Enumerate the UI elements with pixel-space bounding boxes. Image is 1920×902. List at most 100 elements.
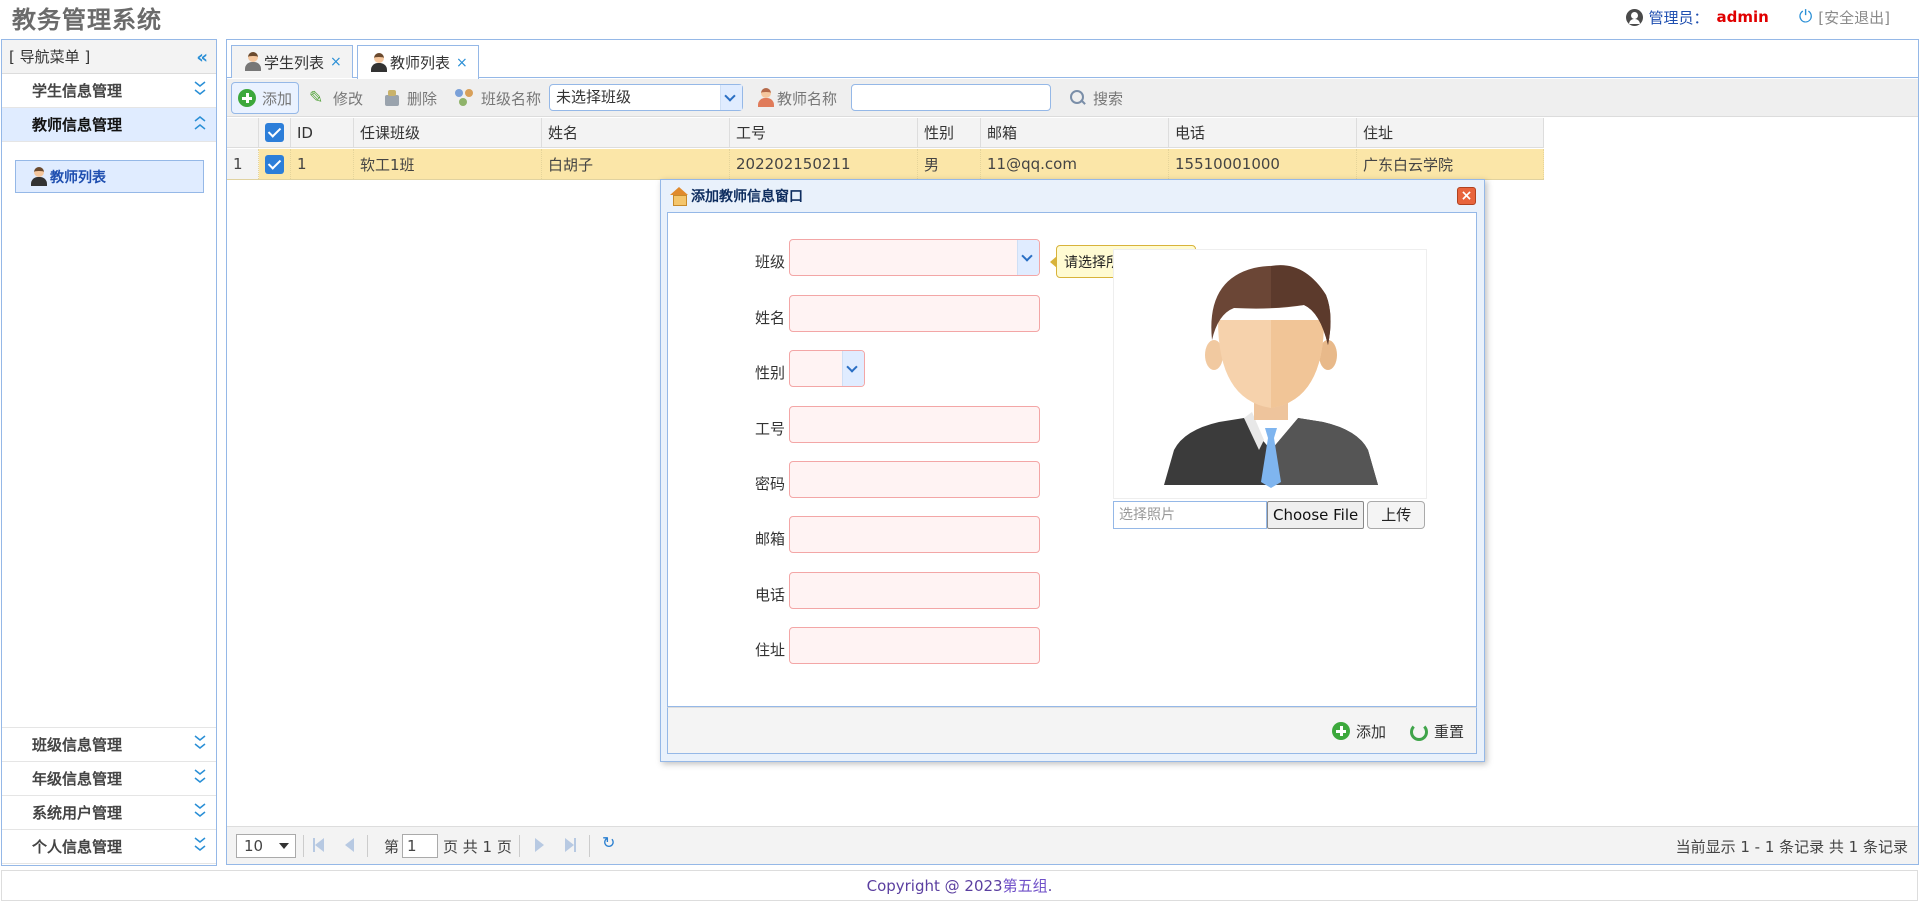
delete-icon	[383, 89, 401, 107]
add-icon	[1332, 722, 1350, 740]
sidebar-item-grade-info[interactable]: 年级信息管理	[2, 762, 216, 796]
gender-combobox[interactable]	[789, 350, 865, 387]
phone-field[interactable]	[789, 572, 1040, 609]
cell-gender: 男	[918, 149, 981, 179]
column-header[interactable]: 姓名	[542, 118, 730, 147]
chevron-down-icon	[1017, 240, 1039, 275]
toolbar: 添加 ✎ 修改 删除 班级名称 未选择班级 教师名称 搜索	[227, 79, 1918, 117]
address-field[interactable]	[789, 627, 1040, 664]
next-page-icon[interactable]	[535, 838, 549, 852]
class-select[interactable]: 未选择班级	[549, 84, 743, 111]
dialog-titlebar[interactable]: 添加教师信息窗口 ×	[661, 180, 1484, 212]
teacher-name-input[interactable]	[851, 84, 1051, 111]
tab-teacher-list[interactable]: 教师列表 ×	[357, 45, 479, 79]
dialog-add-label: 添加	[1356, 722, 1387, 741]
chevron-down-icon	[194, 803, 206, 819]
close-icon[interactable]: ×	[1457, 187, 1476, 205]
chevron-up-icon	[194, 115, 206, 131]
dialog-reset-button[interactable]: 重置	[1408, 718, 1464, 744]
column-header[interactable]: 任课班级	[354, 118, 542, 147]
page-prefix: 第	[384, 838, 400, 856]
pencil-icon: ✎	[309, 88, 324, 108]
upload-row: 选择照片 Choose File 上传	[1113, 501, 1426, 529]
tab-label: 学生列表	[264, 53, 325, 72]
collapse-left-icon[interactable]: «	[196, 47, 208, 68]
prev-page-icon[interactable]	[345, 838, 359, 852]
chevron-down-icon	[194, 769, 206, 785]
cell-class: 软工1班	[354, 149, 542, 179]
choose-file-button[interactable]: Choose File	[1267, 501, 1365, 529]
sidebar-item-label: 教师信息管理	[32, 116, 123, 134]
row-number-header	[227, 118, 259, 147]
gender-field-label: 性别	[754, 364, 785, 382]
admin-label: 管理员：	[1648, 8, 1709, 27]
sidebar-item-label: 班级信息管理	[32, 736, 123, 754]
app-title: 教务管理系统	[12, 6, 162, 34]
email-field[interactable]	[789, 516, 1040, 553]
last-page-icon[interactable]	[565, 838, 579, 852]
staff-no-field[interactable]	[789, 406, 1040, 443]
table-row[interactable]: 1 1 软工1班 白胡子 202202150211 男 11@qq.com 15…	[227, 149, 1544, 180]
pagination-bar: 10 第 1 页 共 1 页 ↻ 当前显示 1 - 1 条记录 共 1 条记录	[227, 826, 1918, 864]
refresh-icon[interactable]: ↻	[602, 835, 616, 851]
row-checkbox[interactable]	[259, 149, 291, 179]
group-icon	[455, 89, 475, 107]
column-header[interactable]: 邮箱	[981, 118, 1169, 147]
checkbox-checked-icon	[265, 123, 284, 142]
sidebar-item-label: 学生信息管理	[32, 82, 123, 100]
header-user-area: 管理员： admin ⏻ [安全退出]	[1625, 6, 1890, 28]
sidebar-item-teacher-list[interactable]: 教师列表	[15, 160, 204, 193]
dialog-add-button[interactable]: 添加	[1332, 718, 1386, 744]
class-name-label: 班级名称	[449, 82, 547, 114]
logout-link[interactable]: [安全退出]	[1818, 7, 1890, 28]
tab-close-icon[interactable]: ×	[330, 54, 342, 70]
power-icon[interactable]: ⏻	[1799, 7, 1812, 27]
cell-phone: 15510001000	[1169, 149, 1357, 179]
dialog-form: 班级 请选择所属班级哟~ 姓名 性别 工号 密码 邮箱 电话 住址	[667, 212, 1477, 707]
name-field-label: 姓名	[754, 309, 785, 327]
select-all-checkbox[interactable]	[259, 118, 291, 147]
photo-path-input[interactable]: 选择照片	[1113, 501, 1267, 529]
cell-email: 11@qq.com	[981, 149, 1169, 179]
delete-button[interactable]: 删除	[377, 82, 443, 114]
tab-label: 教师列表	[390, 54, 451, 72]
column-header[interactable]: 住址	[1357, 118, 1544, 147]
sidebar-item-class-info[interactable]: 班级信息管理	[2, 728, 216, 762]
column-header[interactable]: 工号	[730, 118, 918, 147]
page-size-select[interactable]: 10	[236, 834, 296, 858]
checkbox-checked-icon	[265, 154, 284, 174]
copyright-end: .	[1047, 876, 1053, 895]
phone-field-label: 电话	[754, 586, 785, 604]
page-number-input[interactable]: 1	[402, 834, 438, 858]
sidebar-item-student-info[interactable]: 学生信息管理	[2, 74, 216, 108]
teacher-name-label: 教师名称	[751, 82, 843, 114]
add-button[interactable]: 添加	[231, 82, 300, 114]
chevron-down-icon	[194, 735, 206, 751]
user-icon	[1625, 8, 1643, 26]
edit-button[interactable]: ✎ 修改	[303, 82, 369, 114]
sidebar-item-teacher-info[interactable]: 教师信息管理	[2, 108, 216, 142]
sidebar-item-personal-info[interactable]: 个人信息管理	[2, 830, 216, 864]
tab-bar: 学生列表 × 教师列表 ×	[227, 40, 1918, 79]
upload-button[interactable]: 上传	[1367, 501, 1426, 529]
password-field[interactable]	[789, 461, 1040, 498]
group-name: 第五组	[1002, 877, 1048, 895]
first-page-icon[interactable]	[313, 838, 327, 852]
column-header[interactable]: 性别	[918, 118, 981, 147]
search-button[interactable]: 搜索	[1063, 82, 1129, 114]
column-header[interactable]: ID	[291, 118, 354, 147]
reset-icon	[1408, 721, 1428, 741]
name-field[interactable]	[789, 295, 1040, 332]
sidebar-item-system-users[interactable]: 系统用户管理	[2, 796, 216, 830]
column-header[interactable]: 电话	[1169, 118, 1357, 147]
cell-address: 广东白云学院	[1357, 149, 1544, 179]
tab-close-icon[interactable]: ×	[456, 55, 468, 71]
home-icon	[669, 187, 689, 206]
class-label-text: 班级名称	[481, 89, 542, 108]
class-combobox[interactable]	[789, 239, 1040, 276]
tab-student-list[interactable]: 学生列表 ×	[231, 45, 353, 78]
add-icon	[238, 89, 256, 107]
dialog-reset-label: 重置	[1434, 722, 1465, 741]
page-suffix: 页 共 1 页	[443, 838, 512, 856]
footer: Copyright @ 2023 第五组.	[1, 870, 1918, 901]
